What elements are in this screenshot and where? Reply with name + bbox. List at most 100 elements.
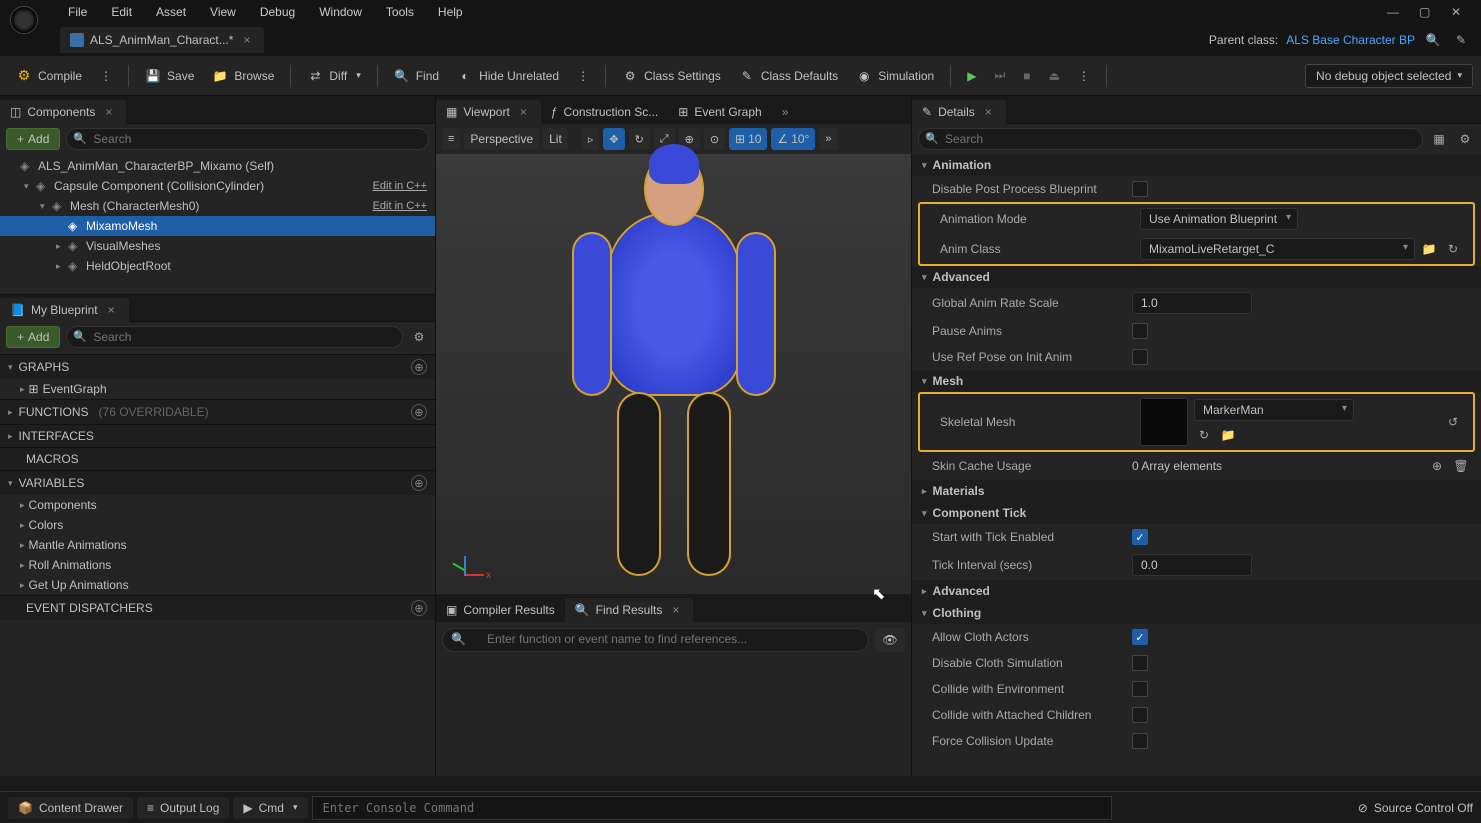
category-component-tick[interactable]: ▾Component Tick — [912, 502, 1481, 524]
use-asset-icon[interactable]: ↻ — [1194, 425, 1214, 445]
animation-mode-select[interactable]: Use Animation Blueprint — [1140, 208, 1298, 230]
select-tool[interactable]: ▹ — [582, 128, 600, 150]
reset-icon[interactable]: ↺ — [1443, 412, 1463, 432]
edit-parent-icon[interactable]: ✎ — [1451, 30, 1471, 50]
tree-row[interactable]: ▾◈Mesh (CharacterMesh0)Edit in C++ — [0, 196, 435, 216]
eject-button[interactable]: ⏏ — [1041, 62, 1068, 90]
close-icon[interactable]: ✕ — [1451, 5, 1465, 19]
tree-row[interactable]: ▸◈HeldObjectRoot — [0, 256, 435, 276]
close-tab-icon[interactable]: × — [104, 303, 119, 317]
diff-button[interactable]: ⇄Diff▾ — [299, 62, 368, 90]
section-event-dispatchers[interactable]: EVENT DISPATCHERS⊕ — [0, 595, 435, 620]
global-rate-input[interactable] — [1132, 292, 1252, 314]
tree-row[interactable]: ▸◈VisualMeshes — [0, 236, 435, 256]
tree-row[interactable]: ▾◈Capsule Component (CollisionCylinder)E… — [0, 176, 435, 196]
menu-debug[interactable]: Debug — [248, 5, 307, 19]
skip-button[interactable]: ⏭ — [986, 62, 1013, 90]
skeletal-mesh-select[interactable]: MarkerMan — [1194, 399, 1354, 421]
hide-unrelated-dropdown[interactable]: ⋮ — [569, 62, 597, 90]
section-graphs[interactable]: ▾GRAPHS⊕ — [0, 354, 435, 379]
section-variables[interactable]: ▾VARIABLES⊕ — [0, 470, 435, 495]
tree-row[interactable]: ◈MixamoMesh — [0, 216, 435, 236]
search-parent-icon[interactable]: 🔍 — [1423, 30, 1443, 50]
tick-interval-input[interactable] — [1132, 554, 1252, 576]
output-log-button[interactable]: ≡Output Log — [137, 797, 229, 819]
source-control-button[interactable]: ⊘Source Control Off — [1358, 801, 1473, 815]
edit-cpp-link[interactable]: Edit in C++ — [373, 180, 427, 192]
category-animation[interactable]: ▾Animation — [912, 154, 1481, 176]
disable-cloth-checkbox[interactable] — [1132, 655, 1148, 671]
anim-class-select[interactable]: MixamoLiveRetarget_C — [1140, 238, 1415, 260]
tab-construction-script[interactable]: ƒConstruction Sc... — [541, 100, 668, 124]
rotate-tool[interactable]: ↻ — [629, 128, 650, 150]
menu-window[interactable]: Window — [307, 5, 374, 19]
add-element-icon[interactable]: ⊕ — [1427, 456, 1447, 476]
category-mesh[interactable]: ▾Mesh — [912, 370, 1481, 392]
close-tab-icon[interactable]: × — [516, 105, 531, 119]
maximize-icon[interactable]: ▢ — [1419, 5, 1433, 19]
cmd-button[interactable]: ▶Cmd▾ — [233, 797, 307, 819]
toolbar-overflow[interactable]: » — [819, 128, 837, 150]
compile-dropdown[interactable]: ⋮ — [92, 62, 120, 90]
play-options[interactable]: ⋮ — [1070, 62, 1098, 90]
variable-category[interactable]: ▸Colors — [0, 515, 435, 535]
close-tab-icon[interactable]: × — [981, 105, 996, 119]
add-icon[interactable]: ⊕ — [411, 404, 427, 420]
tab-details[interactable]: ✎ Details × — [912, 100, 1006, 124]
add-component-button[interactable]: +Add — [6, 128, 60, 150]
find-button[interactable]: 🔍Find — [386, 62, 447, 90]
perspective-button[interactable]: Perspective — [464, 128, 539, 150]
collide-children-checkbox[interactable] — [1132, 707, 1148, 723]
menu-view[interactable]: View — [198, 5, 248, 19]
compile-button[interactable]: ⚙Compile — [8, 62, 90, 90]
stop-button[interactable]: ■ — [1015, 62, 1038, 90]
browse-asset-icon[interactable]: 📁 — [1218, 425, 1238, 445]
components-search-input[interactable] — [66, 128, 429, 150]
force-collision-checkbox[interactable] — [1132, 733, 1148, 749]
use-asset-icon[interactable]: ↻ — [1443, 239, 1463, 259]
console-command-input[interactable] — [312, 796, 1112, 820]
simulation-button[interactable]: ◉Simulation — [848, 62, 942, 90]
surface-snap[interactable]: ⊙ — [704, 128, 725, 150]
blueprint-search-input[interactable] — [66, 326, 403, 348]
viewport-3d[interactable]: x — [436, 154, 911, 594]
close-tab-icon[interactable]: × — [668, 603, 683, 617]
menu-tools[interactable]: Tools — [374, 5, 426, 19]
disable-post-process-checkbox[interactable] — [1132, 181, 1148, 197]
category-advanced-tick[interactable]: ▸Advanced — [912, 580, 1481, 602]
gear-icon[interactable]: ⚙ — [1455, 129, 1475, 149]
asset-thumbnail[interactable] — [1140, 398, 1188, 446]
file-tab[interactable]: ALS_AnimMan_Charact...* × — [60, 27, 264, 53]
tab-my-blueprint[interactable]: 📘 My Blueprint × — [0, 298, 129, 322]
section-macros[interactable]: MACROS — [0, 447, 435, 470]
viewport-menu[interactable]: ≡ — [442, 128, 460, 150]
section-functions[interactable]: ▸FUNCTIONS(76 OVERRIDABLE)⊕ — [0, 399, 435, 424]
grid-snap-button[interactable]: ⊞10 — [729, 128, 767, 150]
event-graph-item[interactable]: ▸⊞EventGraph — [0, 379, 435, 399]
parent-class-link[interactable]: ALS Base Character BP — [1286, 33, 1415, 47]
play-button[interactable]: ▶ — [959, 62, 984, 90]
hide-unrelated-button[interactable]: ◐Hide Unrelated — [449, 62, 567, 90]
find-in-all-button[interactable]: 👁 — [875, 628, 905, 652]
use-ref-pose-checkbox[interactable] — [1132, 349, 1148, 365]
list-view-icon[interactable]: ▦ — [1429, 129, 1449, 149]
add-blueprint-button[interactable]: +Add — [6, 326, 60, 348]
tab-compiler-results[interactable]: ▣Compiler Results — [436, 598, 565, 622]
pause-anims-checkbox[interactable] — [1132, 323, 1148, 339]
menu-edit[interactable]: Edit — [99, 5, 144, 19]
add-icon[interactable]: ⊕ — [411, 475, 427, 491]
minimize-icon[interactable]: — — [1387, 5, 1401, 19]
tabs-overflow[interactable]: » — [772, 100, 799, 124]
tab-find-results[interactable]: 🔍Find Results× — [565, 598, 694, 622]
section-interfaces[interactable]: ▸INTERFACES — [0, 424, 435, 447]
browse-button[interactable]: 📁Browse — [204, 62, 282, 90]
variable-category[interactable]: ▸Get Up Animations — [0, 575, 435, 595]
category-clothing[interactable]: ▾Clothing — [912, 602, 1481, 624]
save-button[interactable]: 💾Save — [137, 62, 202, 90]
menu-file[interactable]: File — [56, 5, 99, 19]
gear-icon[interactable]: ⚙ — [409, 327, 429, 347]
angle-snap-button[interactable]: ∠10° — [771, 128, 815, 150]
clear-array-icon[interactable]: 🗑 — [1451, 456, 1471, 476]
add-icon[interactable]: ⊕ — [411, 600, 427, 616]
allow-cloth-checkbox[interactable] — [1132, 629, 1148, 645]
